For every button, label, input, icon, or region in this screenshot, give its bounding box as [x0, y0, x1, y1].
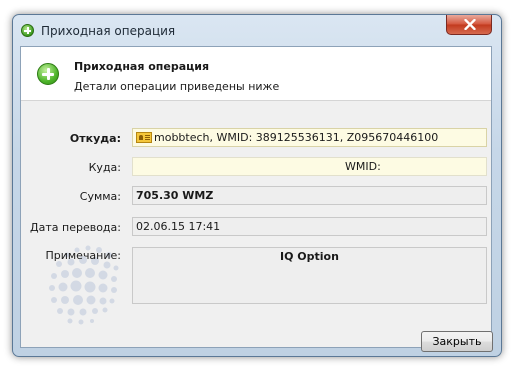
green-plus-icon	[37, 63, 59, 85]
dialog-client-area: Приходная операция Детали операции приве…	[20, 46, 493, 352]
wallet-id-icon	[136, 132, 152, 143]
green-plus-icon	[21, 24, 34, 37]
date-value: 02.06.15 17:41	[136, 220, 221, 233]
close-icon	[464, 19, 476, 30]
from-label: Откуда:	[69, 132, 121, 145]
amount-label: Сумма:	[79, 190, 121, 203]
header-title: Приходная операция	[74, 60, 210, 73]
note-value: IQ Option	[280, 250, 339, 263]
dialog-header: Приходная операция Детали операции приве…	[21, 47, 491, 101]
dialog-window: Приходная операция Приходная операция Де…	[12, 14, 502, 357]
amount-field: 705.30 WMZ	[132, 186, 487, 205]
to-label: Куда:	[88, 161, 121, 174]
note-field: IQ Option	[132, 247, 487, 304]
window-close-button[interactable]	[446, 15, 492, 35]
to-field[interactable]: WMID:	[132, 157, 487, 176]
header-subtitle: Детали операции приведены ниже	[74, 80, 280, 93]
from-value: mobbtech, WMID: 389125536131, Z095670446…	[154, 131, 439, 144]
window-title: Приходная операция	[41, 24, 176, 38]
amount-value: 705.30 WMZ	[136, 189, 214, 202]
note-label: Примечание:	[45, 249, 121, 262]
from-field[interactable]: mobbtech, WMID: 389125536131, Z095670446…	[132, 128, 487, 147]
date-label: Дата перевода:	[30, 221, 121, 234]
date-field: 02.06.15 17:41	[132, 217, 487, 236]
to-value: WMID:	[345, 160, 381, 173]
close-button[interactable]: Закрыть	[421, 331, 493, 352]
